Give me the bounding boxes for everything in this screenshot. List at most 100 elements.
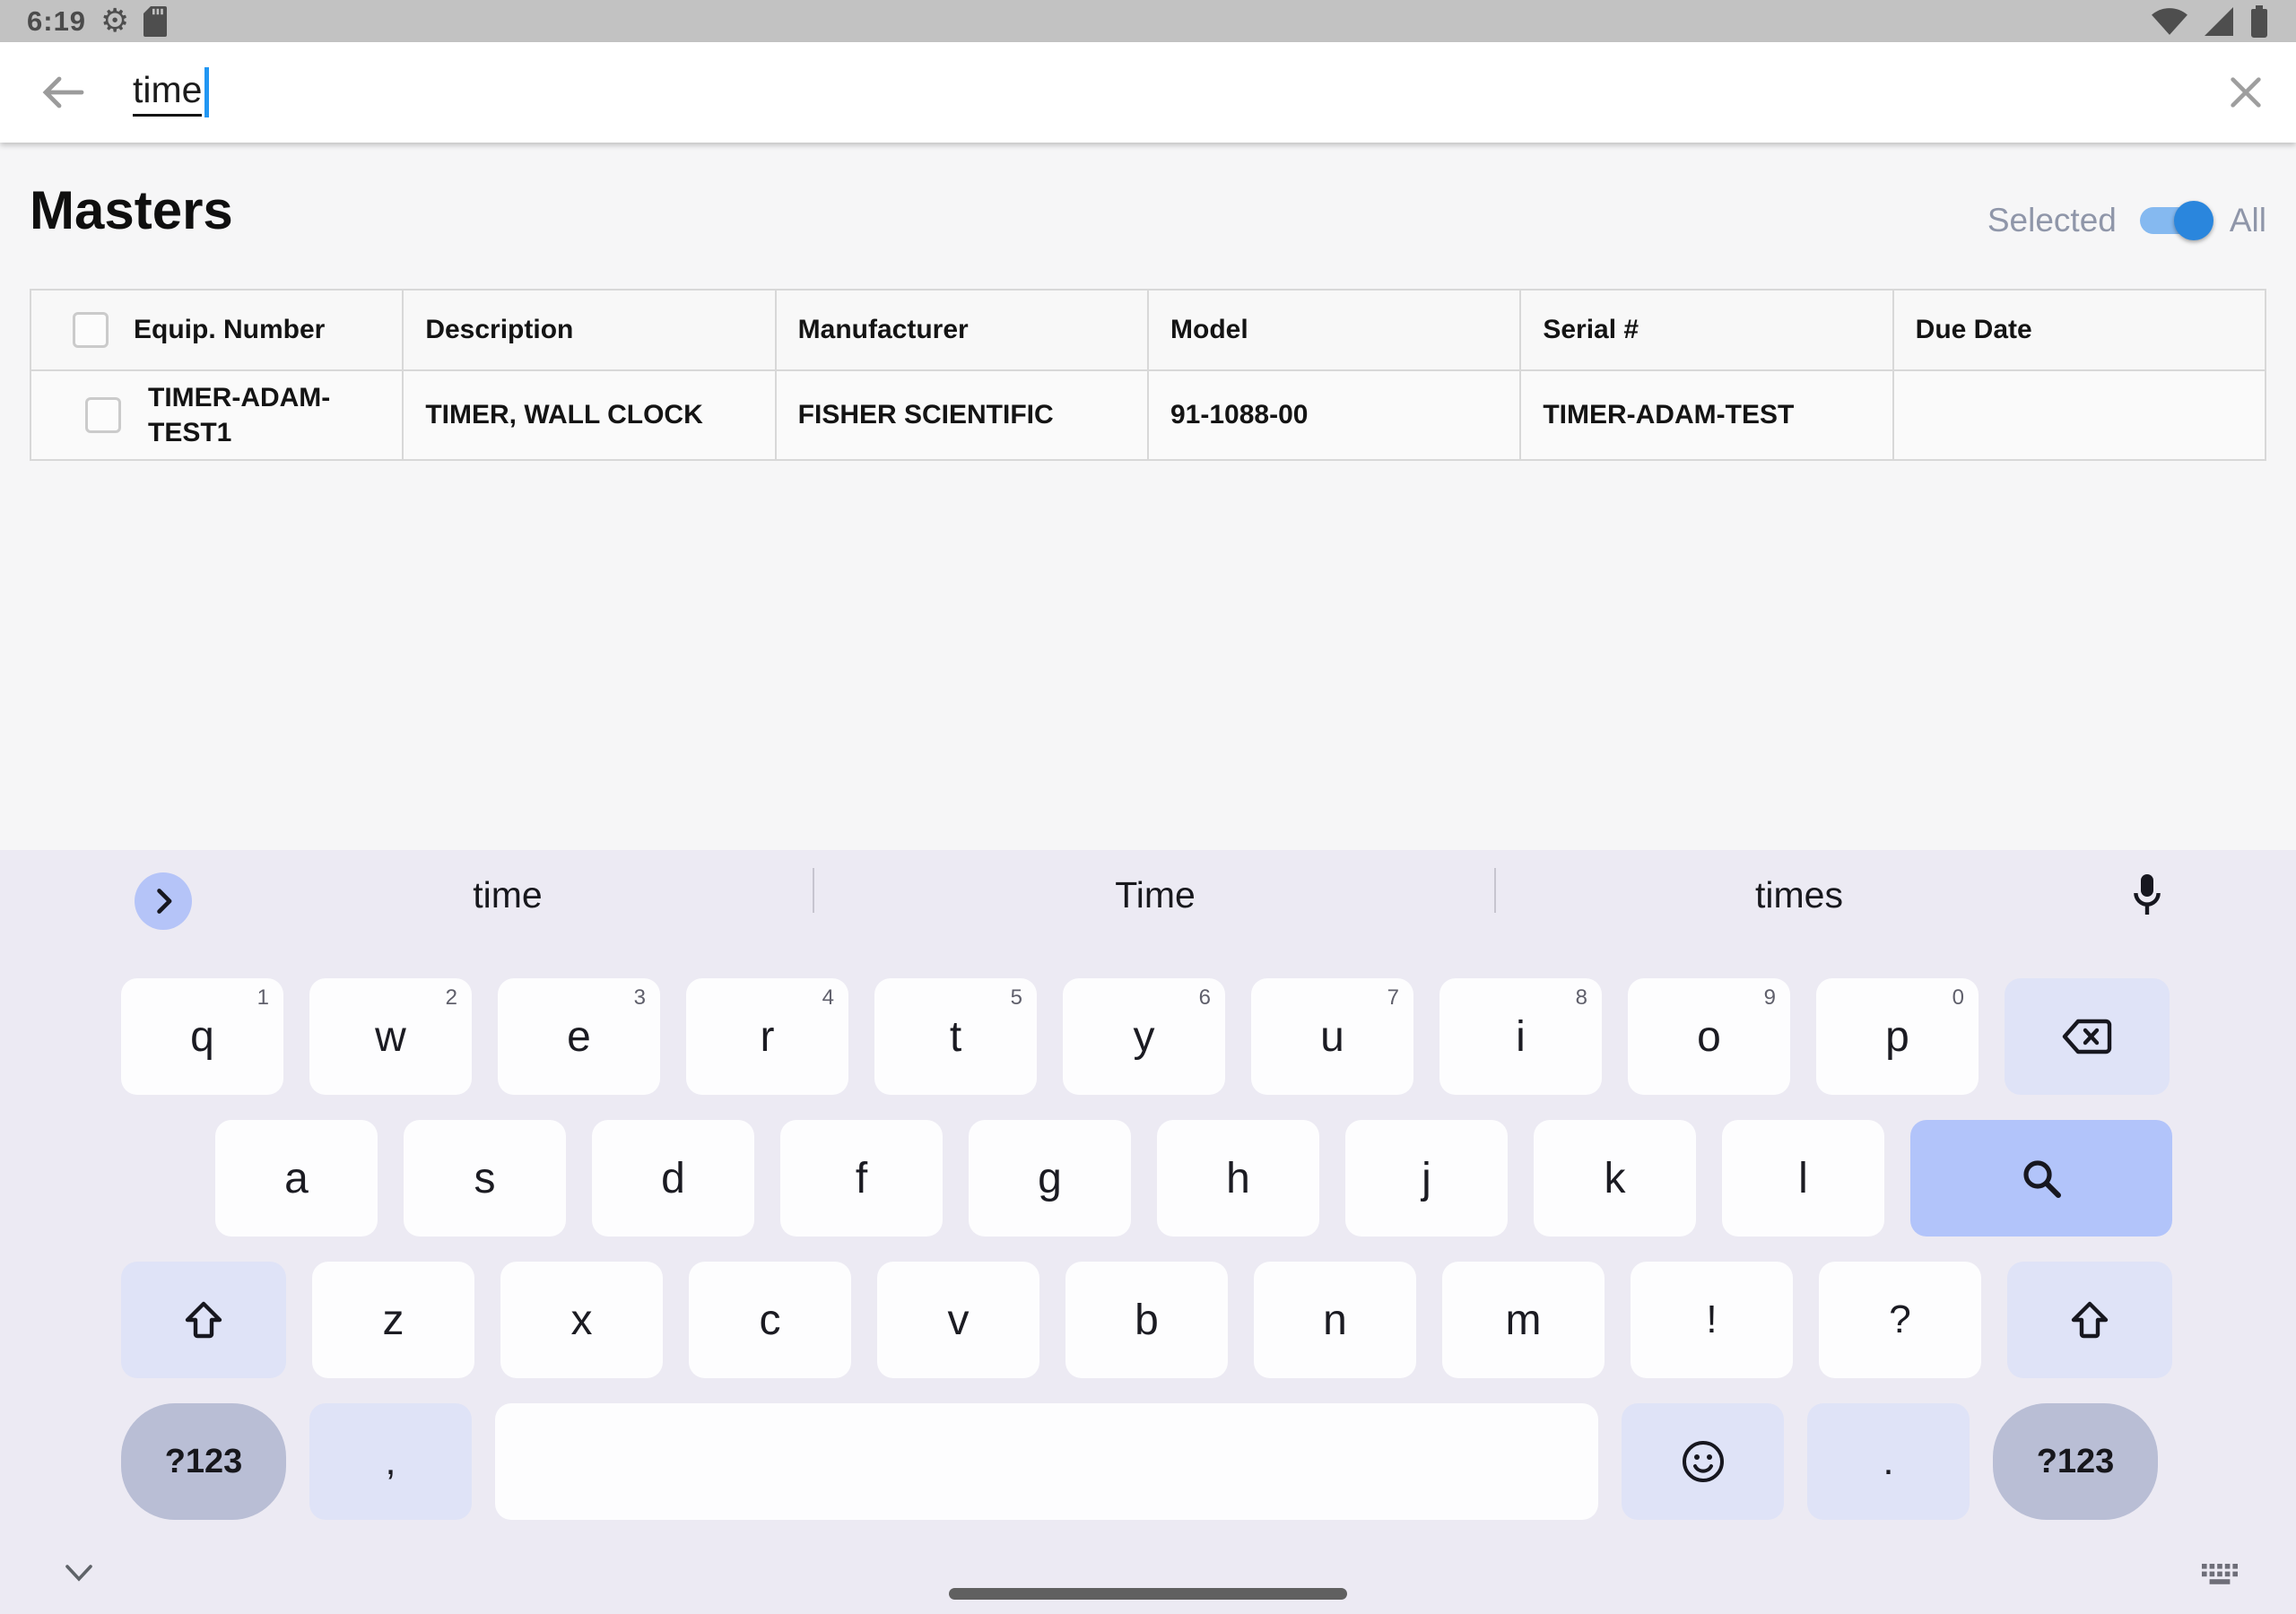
header-serial: Serial # xyxy=(1521,291,1893,371)
header-manufacturer: Manufacturer xyxy=(777,291,1149,371)
key-label: v xyxy=(948,1296,970,1345)
key-a[interactable]: a xyxy=(215,1120,378,1237)
symbols-key-right[interactable]: ?123 xyxy=(1993,1403,2158,1520)
toggle-label-all: All xyxy=(2230,202,2266,239)
key-x[interactable]: x xyxy=(500,1262,663,1378)
key-label: s xyxy=(474,1154,496,1203)
key-p[interactable]: 0p xyxy=(1816,978,1979,1095)
key-e[interactable]: 3e xyxy=(498,978,660,1095)
row-description-cell[interactable]: TIMER, WALL CLOCK xyxy=(404,371,776,461)
key-label: t xyxy=(950,1012,961,1062)
search-input[interactable]: time xyxy=(133,67,209,117)
masters-table: Equip. Number Description Manufacturer M… xyxy=(30,289,2266,461)
symbols-key-left[interactable]: ?123 xyxy=(121,1403,286,1520)
row-model-cell[interactable]: 91-1088-00 xyxy=(1149,371,1521,461)
suggestion-3[interactable]: times xyxy=(1498,861,2100,929)
key-label: r xyxy=(761,1012,775,1062)
key-label: ? xyxy=(1889,1297,1910,1342)
key-r[interactable]: 4r xyxy=(686,978,848,1095)
search-key[interactable] xyxy=(1910,1120,2172,1237)
suggestion-divider xyxy=(1494,868,1496,913)
row-equip-number-cell[interactable]: TIMER-ADAM-TEST1 xyxy=(31,371,404,461)
signal-icon xyxy=(2203,7,2235,36)
key-label: h xyxy=(1226,1154,1250,1203)
period-key[interactable]: . xyxy=(1807,1403,1970,1520)
search-bar: time xyxy=(0,42,2296,143)
key-label: f xyxy=(856,1154,867,1203)
shift-key-right[interactable] xyxy=(2007,1262,2172,1378)
key-hint: 7 xyxy=(1387,985,1399,1011)
status-bar: 6:19 ⚙ xyxy=(0,0,2296,42)
key-label: ! xyxy=(1706,1297,1717,1342)
key-row-3: z x c v b n m ! ? xyxy=(121,1262,2172,1378)
voice-input-button[interactable] xyxy=(2122,866,2172,924)
key-z[interactable]: z xyxy=(312,1262,474,1378)
key-label: x xyxy=(571,1296,593,1345)
key-m[interactable]: m xyxy=(1442,1262,1605,1378)
emoji-key[interactable] xyxy=(1622,1403,1784,1520)
key-label: o xyxy=(1697,1012,1721,1062)
key-hint: 8 xyxy=(1576,985,1587,1011)
page-title: Masters xyxy=(30,179,233,241)
key-exclamation[interactable]: ! xyxy=(1631,1262,1793,1378)
key-d[interactable]: d xyxy=(592,1120,754,1237)
search-icon xyxy=(2018,1155,2065,1202)
comma-key[interactable]: , xyxy=(309,1403,472,1520)
key-j[interactable]: j xyxy=(1345,1120,1508,1237)
back-button[interactable] xyxy=(38,67,88,117)
key-label: q xyxy=(190,1012,214,1062)
key-w[interactable]: 2w xyxy=(309,978,472,1095)
key-label: z xyxy=(383,1296,404,1345)
key-u[interactable]: 7u xyxy=(1251,978,1413,1095)
key-label: a xyxy=(284,1154,309,1203)
selected-all-toggle-group: Selected All xyxy=(1987,199,2266,242)
key-n[interactable]: n xyxy=(1254,1262,1416,1378)
cell-text: FISHER SCIENTIFIC xyxy=(798,400,1054,430)
backspace-key[interactable] xyxy=(2005,978,2170,1095)
status-time: 6:19 xyxy=(27,5,86,38)
key-q[interactable]: 1q xyxy=(121,978,283,1095)
key-c[interactable]: c xyxy=(689,1262,851,1378)
wifi-icon xyxy=(2151,7,2188,36)
select-all-checkbox[interactable] xyxy=(73,312,109,348)
microphone-icon xyxy=(2132,872,2162,917)
header-label: Manufacturer xyxy=(798,315,969,345)
key-s[interactable]: s xyxy=(404,1120,566,1237)
home-indicator[interactable] xyxy=(949,1588,1347,1600)
shift-key-left[interactable] xyxy=(121,1262,286,1378)
key-hint: 2 xyxy=(446,985,457,1011)
row-manufacturer-cell[interactable]: FISHER SCIENTIFIC xyxy=(777,371,1149,461)
cell-text: 91-1088-00 xyxy=(1170,400,1308,430)
key-label: j xyxy=(1422,1154,1431,1203)
space-key[interactable] xyxy=(495,1403,1598,1520)
key-i[interactable]: 8i xyxy=(1439,978,1602,1095)
key-v[interactable]: v xyxy=(877,1262,1039,1378)
row-checkbox[interactable] xyxy=(85,397,121,433)
suggestion-2[interactable]: Time xyxy=(816,861,1494,929)
row-due-date-cell[interactable] xyxy=(1894,371,2266,461)
key-k[interactable]: k xyxy=(1534,1120,1696,1237)
key-t[interactable]: 5t xyxy=(874,978,1037,1095)
keyboard-switcher-button[interactable] xyxy=(2196,1555,2246,1598)
row-serial-cell[interactable]: TIMER-ADAM-TEST xyxy=(1521,371,1893,461)
key-y[interactable]: 6y xyxy=(1063,978,1225,1095)
key-l[interactable]: l xyxy=(1722,1120,1884,1237)
key-o[interactable]: 9o xyxy=(1628,978,1790,1095)
selected-all-switch[interactable] xyxy=(2140,207,2206,234)
clear-search-button[interactable] xyxy=(2221,67,2271,117)
key-g[interactable]: g xyxy=(969,1120,1131,1237)
header-label: Description xyxy=(425,315,573,345)
suggestion-expand-button[interactable] xyxy=(135,872,192,930)
key-label: g xyxy=(1038,1154,1062,1203)
key-hint: 1 xyxy=(257,985,269,1011)
keyboard-collapse-button[interactable] xyxy=(59,1558,99,1589)
close-icon xyxy=(2225,72,2266,113)
suggestion-1[interactable]: time xyxy=(206,861,809,929)
key-question[interactable]: ? xyxy=(1819,1262,1981,1378)
shift-icon xyxy=(2068,1300,2111,1340)
key-h[interactable]: h xyxy=(1157,1120,1319,1237)
key-hint: 0 xyxy=(1952,985,1964,1011)
key-b[interactable]: b xyxy=(1065,1262,1228,1378)
header-due-date: Due Date xyxy=(1894,291,2266,371)
key-f[interactable]: f xyxy=(780,1120,943,1237)
